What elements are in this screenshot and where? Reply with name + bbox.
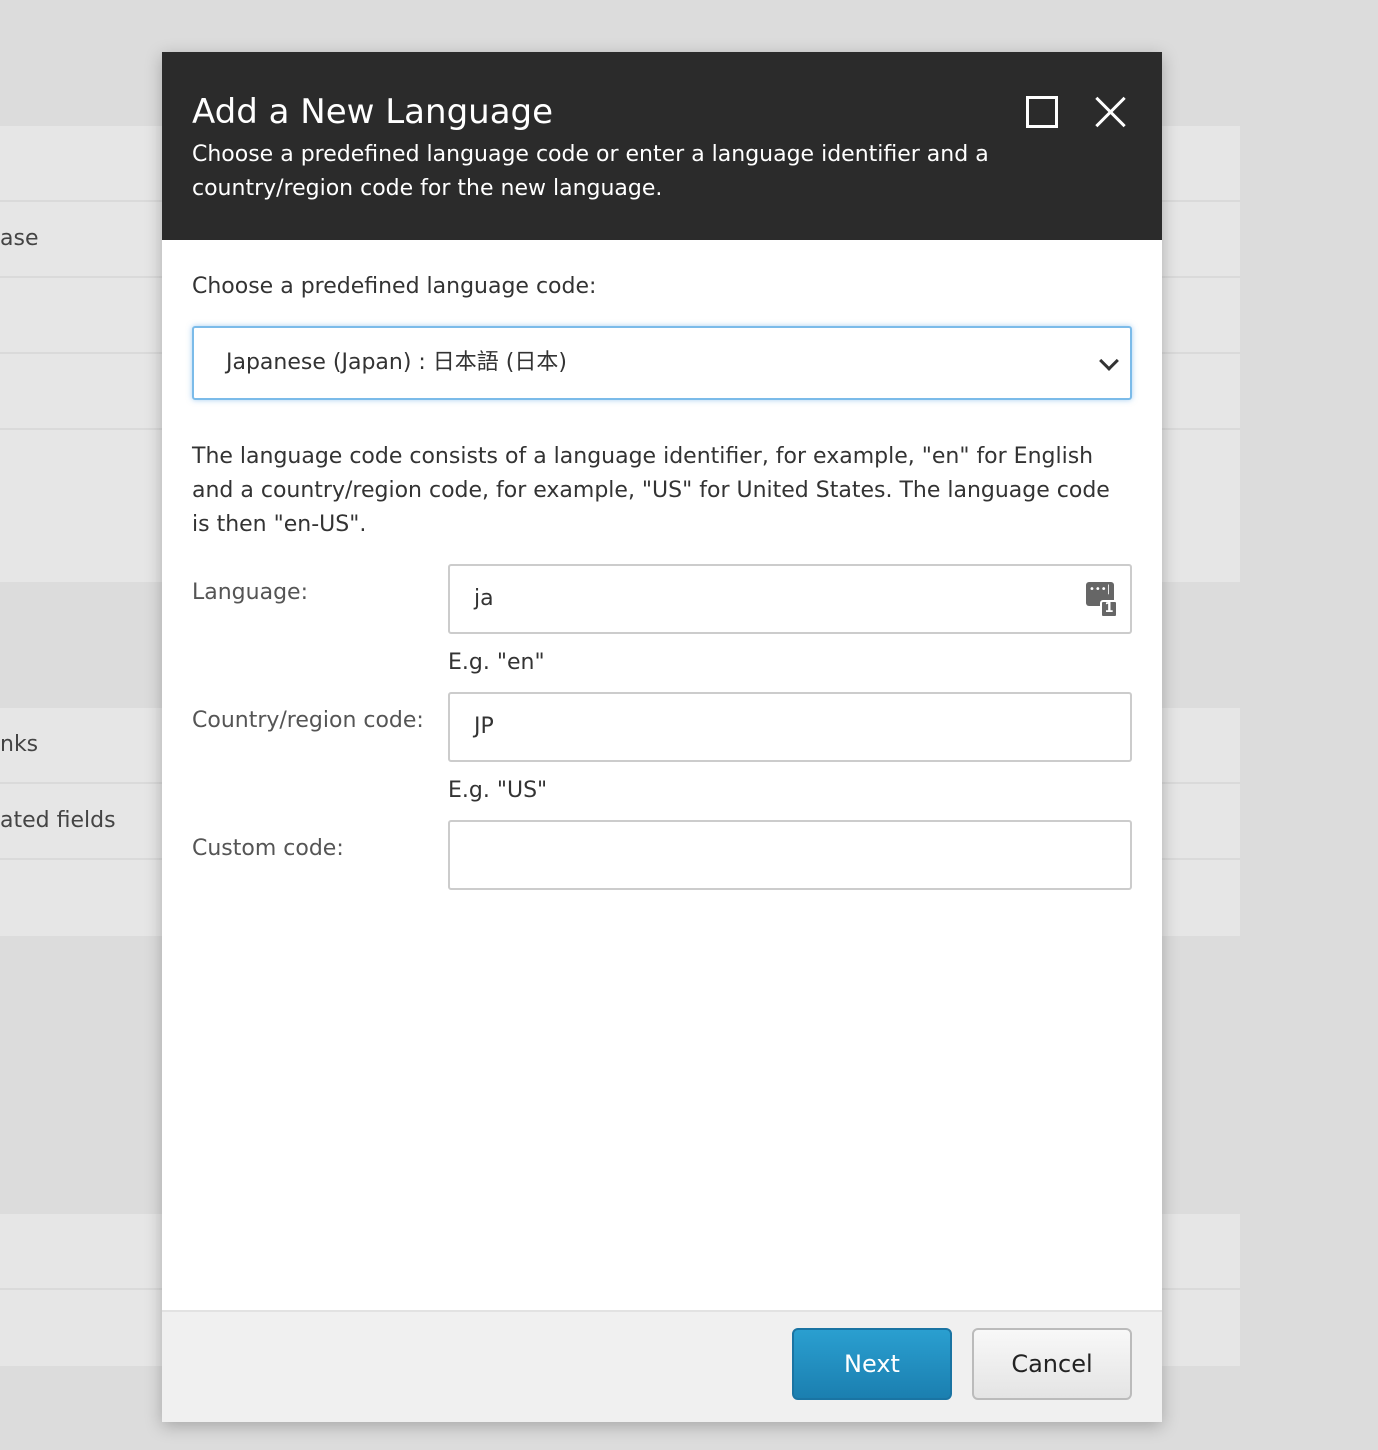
badge: 1 (1100, 600, 1118, 618)
predefined-language-select[interactable]: Japanese (Japan) : 日本語 (日本) (192, 326, 1132, 400)
background-row-label: nks (0, 732, 39, 757)
cancel-button[interactable]: Cancel (972, 1328, 1132, 1400)
dialog-subtitle: Choose a predefined language code or ent… (192, 142, 989, 201)
language-hint: E.g. "en" (448, 650, 545, 675)
dialog-title: Add a New Language (192, 92, 554, 132)
predefined-code-label: Choose a predefined language code: (192, 274, 597, 299)
language-label: Language: (192, 580, 308, 605)
country-label: Country/region code: (192, 708, 424, 733)
language-input[interactable]: ja •••| 1 (448, 564, 1132, 634)
maximize-button[interactable] (1024, 94, 1060, 130)
close-button[interactable] (1092, 94, 1128, 130)
language-value: ja (474, 586, 494, 611)
country-hint: E.g. "US" (448, 778, 548, 803)
dialog-footer: Next Cancel (162, 1310, 1162, 1422)
selected-language: Japanese (Japan) : 日本語 (日本) (226, 350, 567, 375)
maximize-icon (1026, 96, 1058, 128)
chevron-down-icon (1099, 351, 1119, 371)
background-row-label: ated fields (0, 808, 116, 833)
background-row-label: ase (0, 226, 39, 251)
next-button[interactable]: Next (792, 1328, 952, 1400)
custom-code-input[interactable] (448, 820, 1132, 890)
password-manager-icon[interactable]: •••| 1 (1086, 582, 1118, 618)
country-value: JP (474, 714, 494, 739)
country-input[interactable]: JP (448, 692, 1132, 762)
add-language-dialog: Add a New Language Choose a predefined l… (162, 52, 1162, 1422)
language-code-description: The language code consists of a language… (192, 444, 1110, 537)
dialog-header: Add a New Language Choose a predefined l… (162, 52, 1162, 240)
custom-code-label: Custom code: (192, 836, 344, 861)
